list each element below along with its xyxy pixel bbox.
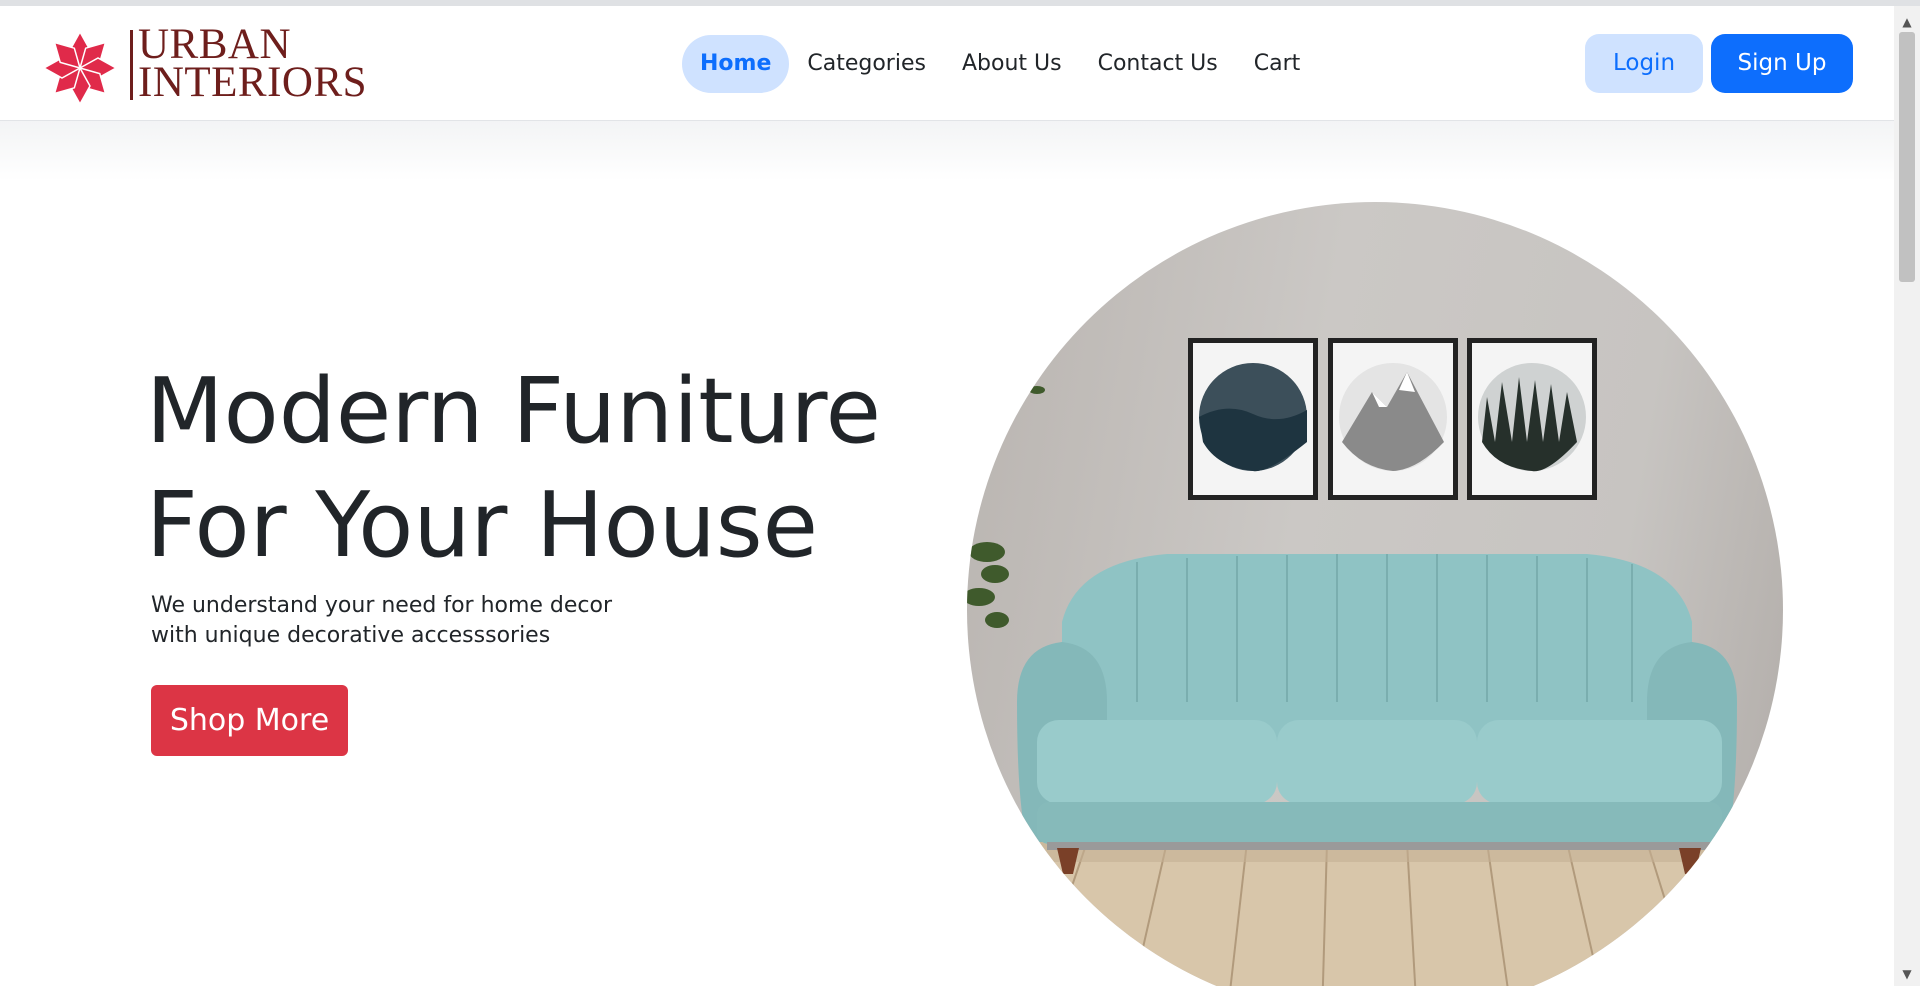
- brand-logo[interactable]: URBAN INTERIORS: [36, 23, 406, 106]
- scroll-down-arrow-icon[interactable]: ▼: [1894, 966, 1920, 982]
- scroll-up-arrow-icon[interactable]: ▲: [1894, 14, 1920, 30]
- living-room-sofa-image: [967, 202, 1783, 986]
- brand-name: URBAN INTERIORS: [138, 23, 368, 106]
- navbar: URBAN INTERIORS Home Categories About Us…: [0, 6, 1894, 121]
- hero-subtitle-line-2: with unique decorative accesssories: [151, 623, 551, 648]
- nav-link-cart[interactable]: Cart: [1236, 35, 1319, 93]
- navbar-shadow: [0, 121, 1894, 181]
- hero-subtitle-line-1: We understand your need for home decor: [151, 593, 613, 618]
- hero-title-line-1: Modern Funiture: [146, 359, 881, 464]
- hero-title: Modern Funiture For Your House: [146, 355, 946, 583]
- brand-line-2: INTERIORS: [138, 59, 368, 106]
- hero-title-line-2: For Your House: [146, 473, 819, 578]
- sign-up-button[interactable]: Sign Up: [1711, 34, 1853, 93]
- sofa-illustration: [967, 338, 1783, 986]
- nav-link-home[interactable]: Home: [682, 35, 790, 93]
- shop-more-button[interactable]: Shop More: [151, 685, 348, 756]
- nav-link-about-us[interactable]: About Us: [944, 35, 1080, 93]
- scrollbar-thumb[interactable]: [1899, 32, 1915, 282]
- brand-divider: [130, 30, 133, 100]
- login-button[interactable]: Login: [1585, 34, 1703, 93]
- nav-link-categories[interactable]: Categories: [789, 35, 944, 93]
- flower-logo-icon: [42, 30, 118, 106]
- main-nav: Home Categories About Us Contact Us Cart: [682, 35, 1318, 93]
- nav-link-contact-us[interactable]: Contact Us: [1080, 35, 1236, 93]
- page-scrollbar[interactable]: ▲ ▼: [1894, 6, 1920, 986]
- hero-subtitle: We understand your need for home decor w…: [151, 591, 671, 651]
